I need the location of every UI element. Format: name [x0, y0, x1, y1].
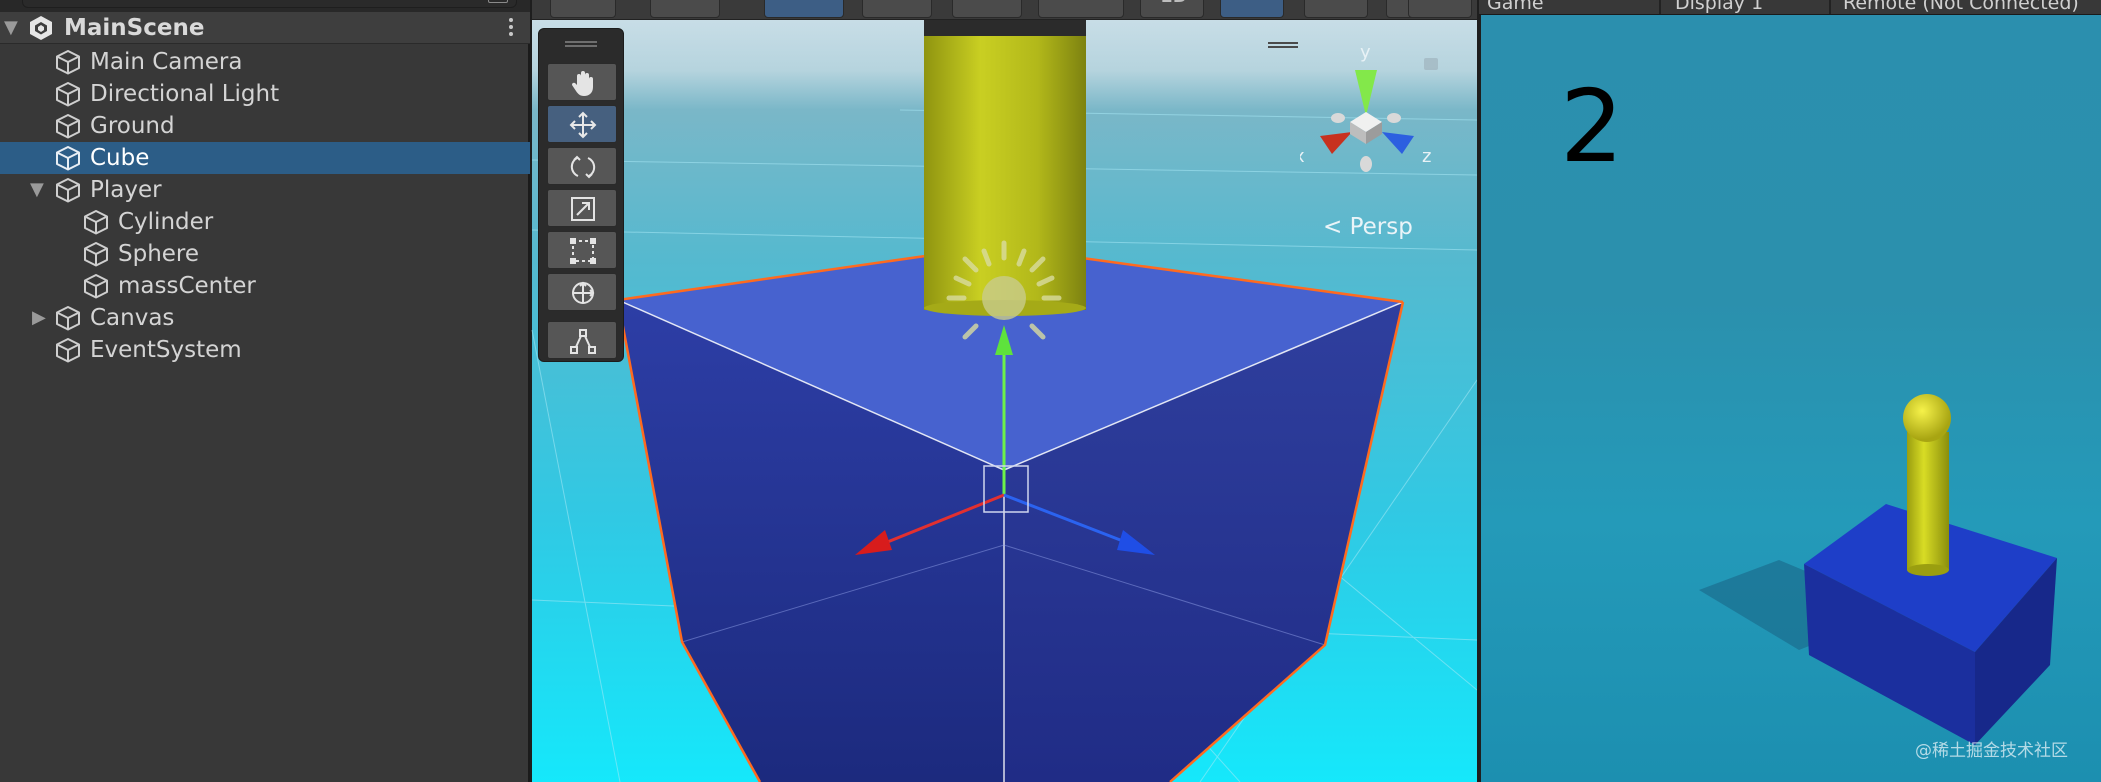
tool-rect-button[interactable] [547, 231, 617, 269]
snap-dropdown[interactable] [862, 0, 932, 18]
orientation-gizmo[interactable]: y x z [1300, 40, 1450, 180]
watermark: @稀土掘金技术社区 [1915, 741, 2068, 761]
gizmo-y-label: y [1360, 42, 1371, 63]
tool-move-button[interactable] [547, 105, 617, 143]
draw-mode-dropdown[interactable] [550, 0, 616, 18]
tool-transform-button[interactable] [547, 273, 617, 311]
audio-toggle[interactable] [1304, 0, 1368, 18]
game-sphere [1903, 394, 1951, 442]
perspective-icon: < [1323, 214, 1350, 240]
gizmo-x-cone[interactable] [1320, 132, 1352, 154]
transform-icon [572, 281, 595, 304]
projection-label: Persp [1349, 214, 1413, 240]
tools-overlay [538, 28, 624, 362]
lighting-toggle[interactable] [1220, 0, 1284, 18]
scale-icon [571, 197, 595, 221]
projection-toggle[interactable]: < Persp [1323, 214, 1413, 240]
gizmo-y-cone[interactable] [1355, 70, 1377, 116]
shading-dropdown[interactable] [650, 0, 720, 18]
rect-icon [570, 238, 596, 264]
move-icon [569, 111, 597, 139]
scene-toolbar: 2D [532, 0, 1477, 20]
hand-icon [571, 71, 593, 96]
cube-object[interactable] [616, 244, 1405, 782]
visibility-toggle[interactable] [1408, 0, 1472, 18]
2d-toggle[interactable]: 2D [1140, 0, 1204, 18]
scene-viewport-render[interactable] [0, 0, 1477, 782]
custom-tool-icon [570, 329, 596, 354]
gizmo-toggle[interactable] [1038, 0, 1124, 18]
score-text: 2 [1560, 68, 1624, 185]
cylinder-object[interactable] [924, 20, 1086, 316]
tool-hand-button[interactable] [547, 63, 617, 101]
overlay-grip[interactable] [565, 41, 597, 47]
tool-custom-button[interactable] [547, 321, 617, 359]
tool-scale-button[interactable] [547, 189, 617, 227]
gizmo-z-cone[interactable] [1382, 132, 1414, 154]
gizmo-z-label: z [1422, 146, 1431, 167]
pivot-dropdown[interactable] [764, 0, 844, 18]
rotate-icon [570, 155, 596, 179]
tool-rotate-button[interactable] [547, 147, 617, 185]
gizmo-x-label: x [1300, 146, 1305, 167]
game-cylinder [1907, 432, 1949, 570]
overlay-menu-icon[interactable] [1268, 42, 1298, 48]
2d-label: 2D [1161, 0, 1187, 7]
grid-dropdown[interactable] [952, 0, 1022, 18]
